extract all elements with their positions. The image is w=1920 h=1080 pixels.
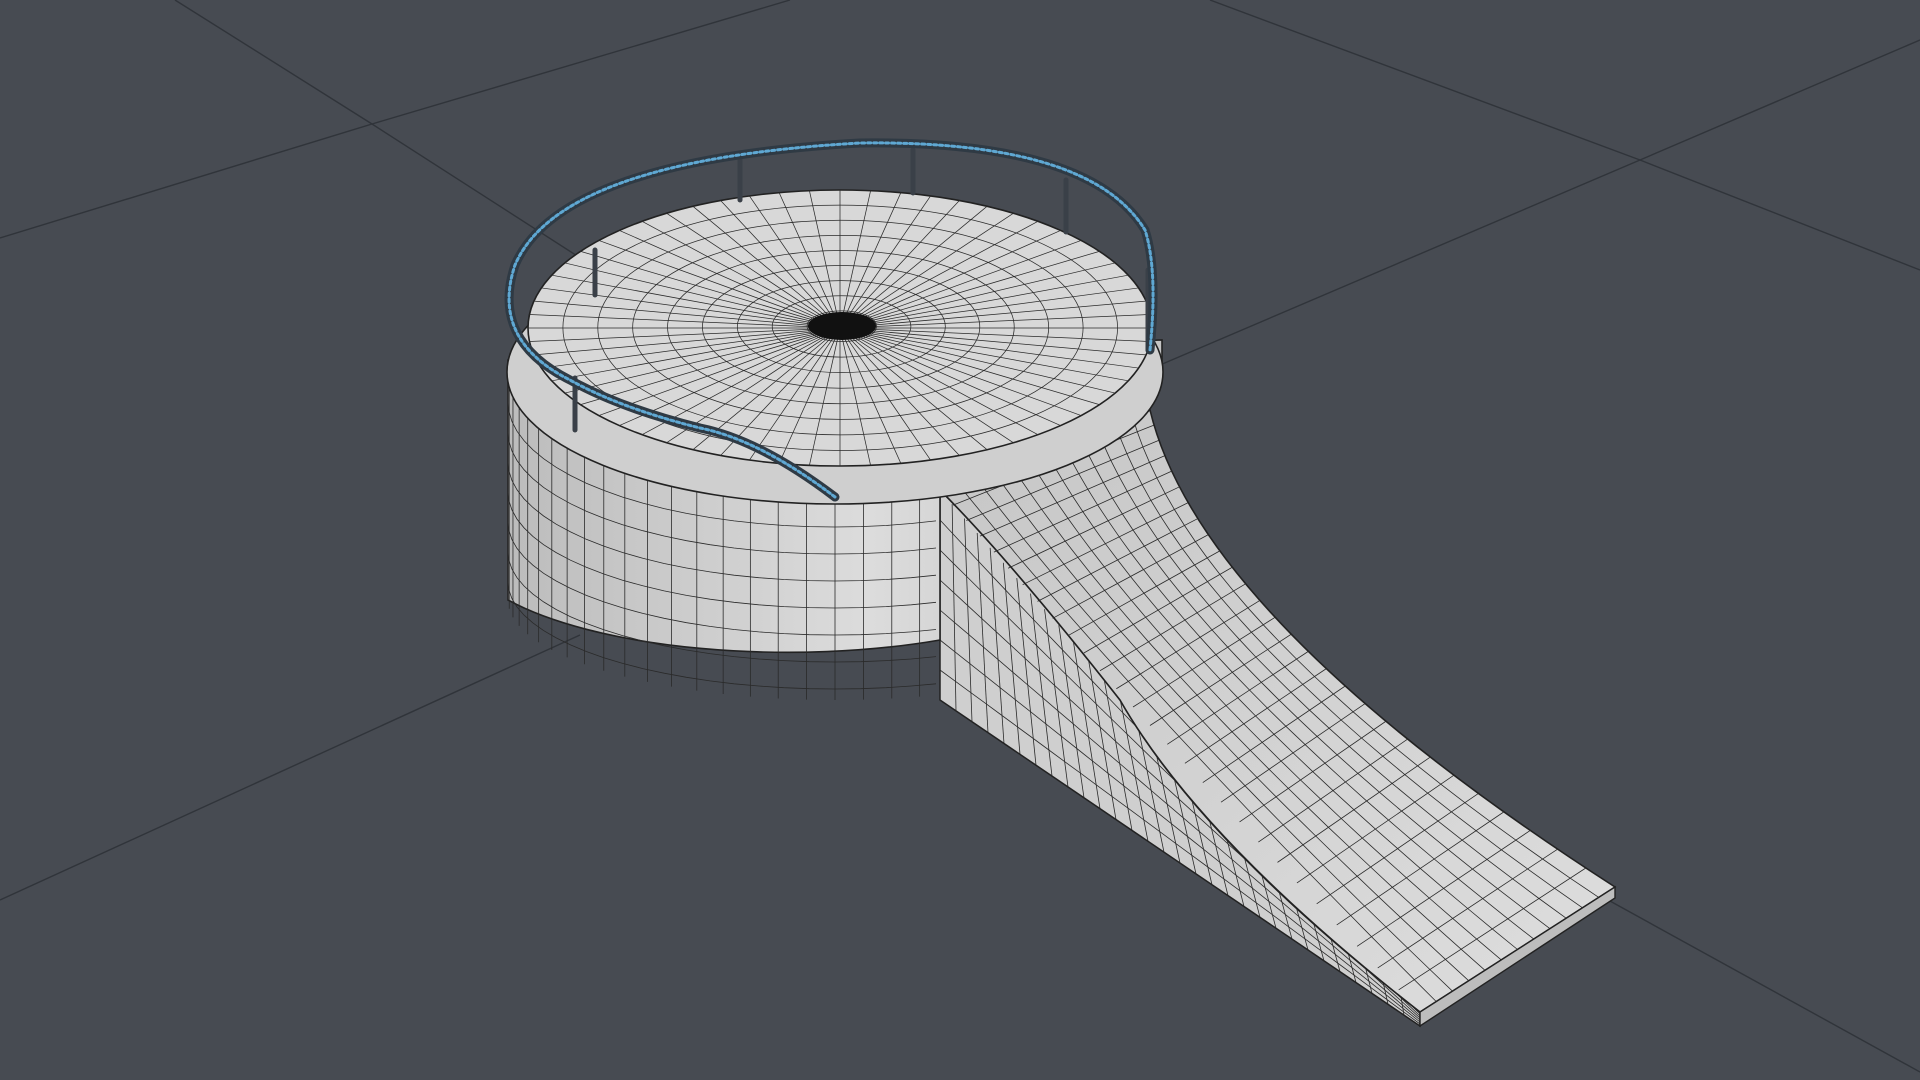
grid-line <box>1639 39 1920 161</box>
grid-line <box>0 123 373 239</box>
viewport-canvas[interactable] <box>0 0 1920 1080</box>
grid-line <box>1589 889 1920 1073</box>
grid-line <box>371 0 791 125</box>
ramp-mesh[interactable] <box>938 408 1617 1028</box>
grid-line <box>174 0 373 125</box>
grid-line <box>1639 159 1920 271</box>
grid-line <box>0 634 581 901</box>
3d-viewport[interactable] <box>0 0 1920 1080</box>
grid-line <box>1159 159 1641 366</box>
cylinder-top-pole <box>808 312 876 340</box>
grid-line <box>1209 0 1641 161</box>
